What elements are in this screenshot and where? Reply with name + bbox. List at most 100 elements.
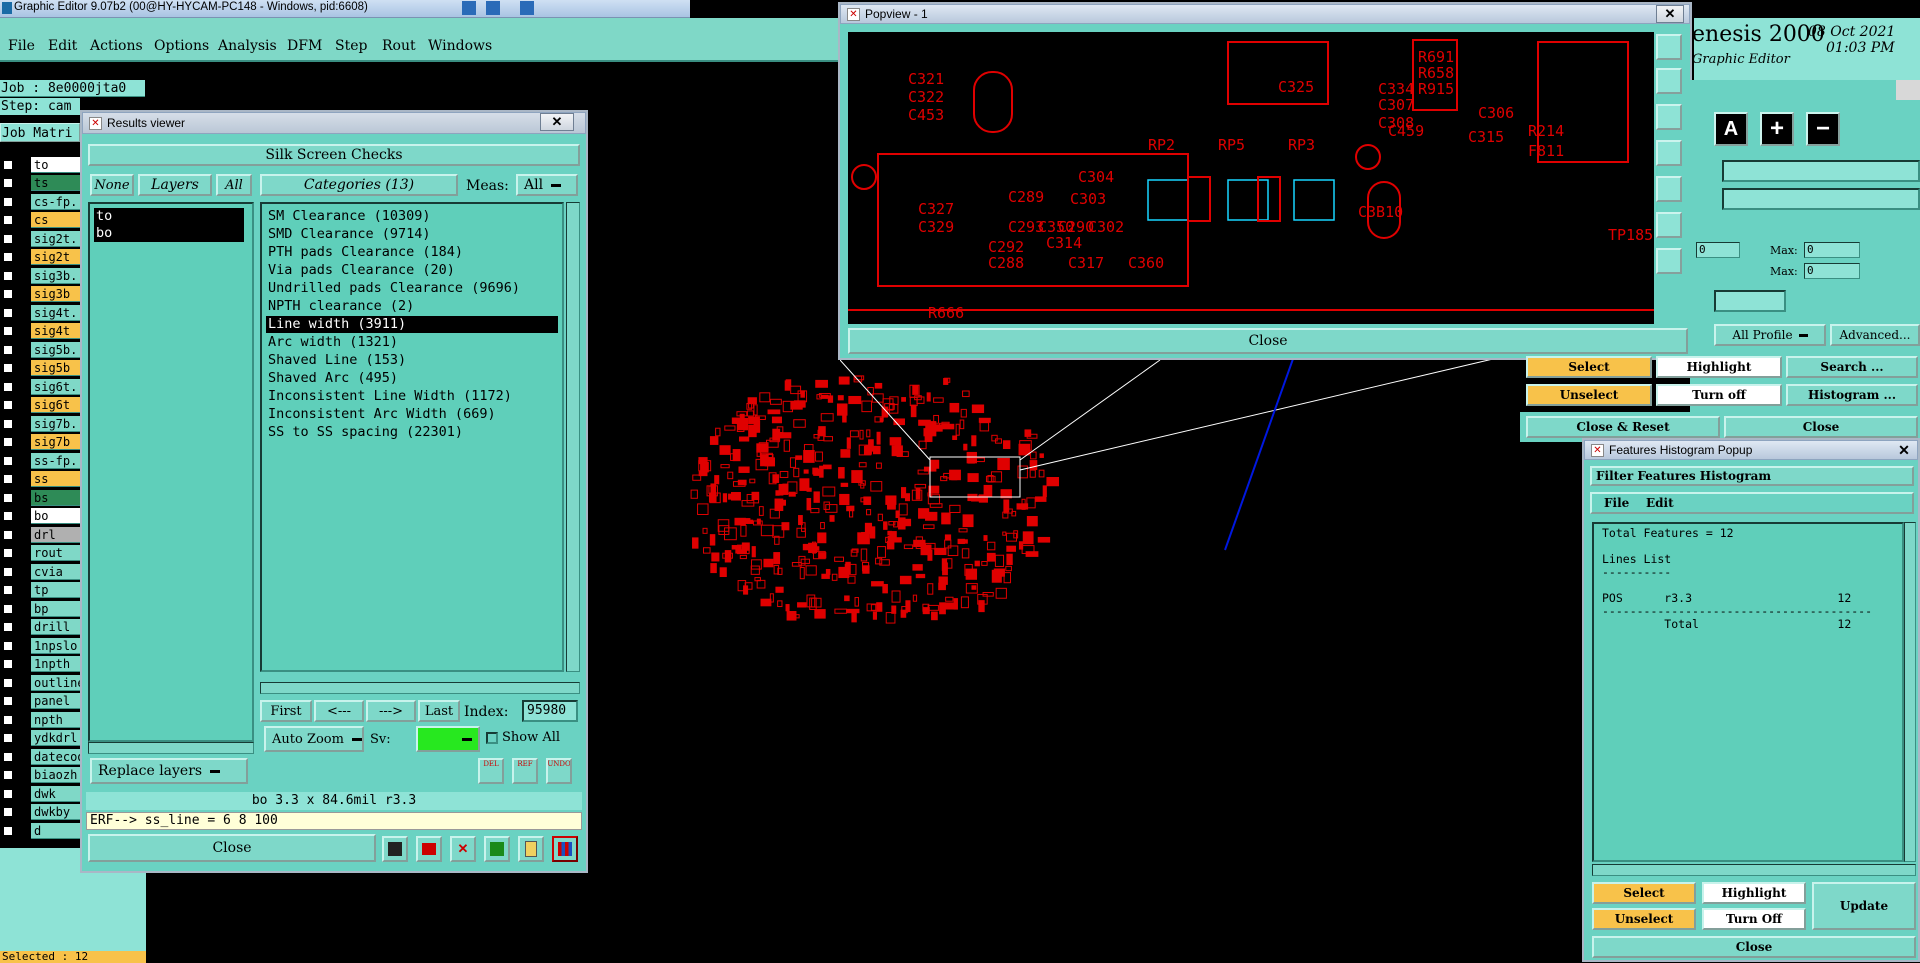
layer-name[interactable]: panel bbox=[31, 693, 80, 709]
layer-row[interactable]: d bbox=[0, 821, 80, 840]
tool-icon-2[interactable] bbox=[416, 836, 442, 862]
menu-actions[interactable]: Actions bbox=[90, 38, 143, 54]
layer-row[interactable]: panel bbox=[0, 692, 80, 711]
layer-checkbox[interactable] bbox=[3, 640, 13, 651]
category-item[interactable]: Shaved Line (153) bbox=[266, 352, 558, 369]
layer-row[interactable]: drl bbox=[0, 525, 80, 544]
hist-unselect-button[interactable]: Unselect bbox=[1592, 908, 1696, 930]
layer-row[interactable]: dwkby bbox=[0, 803, 80, 822]
layer-name[interactable]: outline bbox=[31, 674, 80, 691]
layer-name[interactable]: ss bbox=[31, 471, 80, 487]
layer-row[interactable]: ts bbox=[0, 174, 80, 193]
layer-checkbox[interactable] bbox=[3, 677, 13, 688]
tool-icon-3[interactable]: ✕ bbox=[450, 836, 476, 862]
histogram-menu-edit[interactable]: Edit bbox=[1646, 496, 1674, 510]
tool-icon-6[interactable] bbox=[552, 836, 578, 862]
home-icon[interactable] bbox=[1656, 176, 1682, 202]
layer-row[interactable]: to bbox=[0, 155, 80, 174]
zoom-in-icon[interactable] bbox=[1656, 68, 1682, 94]
layer-checkbox[interactable] bbox=[3, 751, 13, 762]
hist-update-button[interactable]: Update bbox=[1812, 882, 1916, 930]
layer-row[interactable]: sig3b. bbox=[0, 266, 80, 285]
result-layer-item[interactable]: bo bbox=[94, 225, 244, 242]
layer-row[interactable]: sig6t bbox=[0, 396, 80, 415]
layer-list-scrollbar[interactable] bbox=[88, 742, 254, 754]
layer-checkbox[interactable] bbox=[3, 714, 13, 725]
tool-icon-5[interactable] bbox=[518, 836, 544, 862]
layer-checkbox[interactable] bbox=[3, 548, 13, 558]
layer-row[interactable]: sig2t bbox=[0, 248, 80, 267]
close-button[interactable]: Close bbox=[848, 328, 1688, 354]
menu-step[interactable]: Step bbox=[335, 38, 367, 54]
categories-button[interactable]: Categories (13) bbox=[260, 174, 458, 196]
category-item[interactable]: Undrilled pads Clearance (9696) bbox=[266, 280, 558, 297]
layer-row[interactable]: sig4t bbox=[0, 322, 80, 341]
layer-row[interactable]: sig6t. bbox=[0, 377, 80, 396]
undo-icon[interactable]: UNDO bbox=[546, 758, 572, 784]
unselect-button[interactable]: Unselect bbox=[1526, 384, 1652, 406]
layer-row[interactable]: 1npth bbox=[0, 655, 80, 674]
layers-button[interactable]: Layers bbox=[138, 174, 212, 196]
layer-name[interactable]: drill bbox=[31, 619, 80, 635]
category-item[interactable]: SM Clearance (10309) bbox=[266, 208, 558, 225]
job-matrix-label[interactable]: Job Matri bbox=[0, 123, 80, 142]
layer-name[interactable]: tp bbox=[31, 582, 80, 598]
layer-name[interactable]: 1npslo bbox=[31, 637, 80, 654]
hist-select-button[interactable]: Select bbox=[1592, 882, 1696, 904]
layer-name[interactable]: sig7b bbox=[31, 434, 80, 450]
categories-list[interactable]: SM Clearance (10309) SMD Clearance (9714)… bbox=[260, 202, 564, 672]
auto-zoom-select[interactable]: Auto Zoom bbox=[264, 726, 364, 752]
layer-row[interactable]: outline bbox=[0, 673, 80, 692]
category-item[interactable]: Inconsistent Arc Width (669) bbox=[266, 406, 558, 423]
menu-rout[interactable]: Rout bbox=[382, 38, 416, 54]
select-button[interactable]: Select bbox=[1526, 356, 1652, 378]
layer-name[interactable]: ss-fp. bbox=[31, 452, 80, 469]
menu-dfm[interactable]: DFM bbox=[287, 38, 322, 54]
category-item[interactable]: SS to SS spacing (22301) bbox=[266, 424, 558, 441]
layer-checkbox[interactable] bbox=[3, 492, 13, 503]
layer-name[interactable]: sig2t. bbox=[31, 230, 80, 247]
layer-checkbox[interactable] bbox=[3, 529, 13, 540]
search-button[interactable]: Search ... bbox=[1786, 356, 1918, 378]
hist-close-button[interactable]: Close bbox=[1592, 936, 1916, 958]
category-item[interactable]: PTH pads Clearance (184) bbox=[266, 244, 558, 261]
zoom-out-icon[interactable] bbox=[1656, 104, 1682, 130]
layer-name[interactable]: datecod bbox=[31, 748, 80, 765]
histogram-menu-file[interactable]: File bbox=[1604, 496, 1629, 510]
layer-name[interactable]: drl bbox=[31, 526, 80, 543]
layer-row[interactable]: sig4t. bbox=[0, 303, 80, 322]
pan-icon[interactable] bbox=[1656, 140, 1682, 166]
layer-row[interactable]: dwk bbox=[0, 784, 80, 803]
layer-name[interactable]: cs-fp. bbox=[31, 193, 80, 210]
attr-field-1[interactable] bbox=[1722, 160, 1920, 182]
category-item[interactable]: Shaved Arc (495) bbox=[266, 370, 558, 387]
layer-row[interactable]: ydkdrl bbox=[0, 729, 80, 748]
layer-row[interactable]: bp bbox=[0, 599, 80, 618]
layer-checkbox[interactable] bbox=[3, 511, 13, 521]
layer-name[interactable]: ydkdrl bbox=[31, 730, 80, 746]
layer-name[interactable]: sig7b. bbox=[31, 415, 80, 432]
layer-name[interactable]: d bbox=[31, 822, 80, 839]
layer-checkbox[interactable] bbox=[3, 270, 13, 281]
layer-checkbox[interactable] bbox=[3, 233, 13, 244]
layer-name[interactable]: sig3b bbox=[31, 286, 80, 302]
ref-icon[interactable]: REF bbox=[512, 758, 538, 784]
layer-row[interactable]: cs-fp. bbox=[0, 192, 80, 211]
layer-checkbox[interactable] bbox=[3, 566, 13, 577]
layer-name[interactable]: sig4t bbox=[31, 323, 80, 339]
layer-checkbox[interactable] bbox=[3, 178, 13, 188]
layer-checkbox[interactable] bbox=[3, 252, 13, 262]
attr-field-2[interactable] bbox=[1722, 188, 1920, 210]
tool-icon-1[interactable] bbox=[382, 836, 408, 862]
layer-name[interactable]: dwk bbox=[31, 785, 80, 802]
turn-off-button[interactable]: Turn off bbox=[1656, 384, 1782, 406]
layer-checkbox[interactable] bbox=[3, 215, 13, 225]
layer-name[interactable]: cs bbox=[31, 212, 80, 228]
layer-row[interactable]: sig5b bbox=[0, 359, 80, 378]
layer-name[interactable]: ts bbox=[31, 175, 80, 191]
layer-name[interactable]: 1npth bbox=[31, 656, 80, 672]
layer-name[interactable]: sig5b. bbox=[31, 341, 80, 358]
layer-row[interactable]: cs bbox=[0, 211, 80, 230]
layer-name[interactable]: sig4t. bbox=[31, 304, 80, 321]
min-field[interactable]: 0 bbox=[1696, 242, 1740, 258]
